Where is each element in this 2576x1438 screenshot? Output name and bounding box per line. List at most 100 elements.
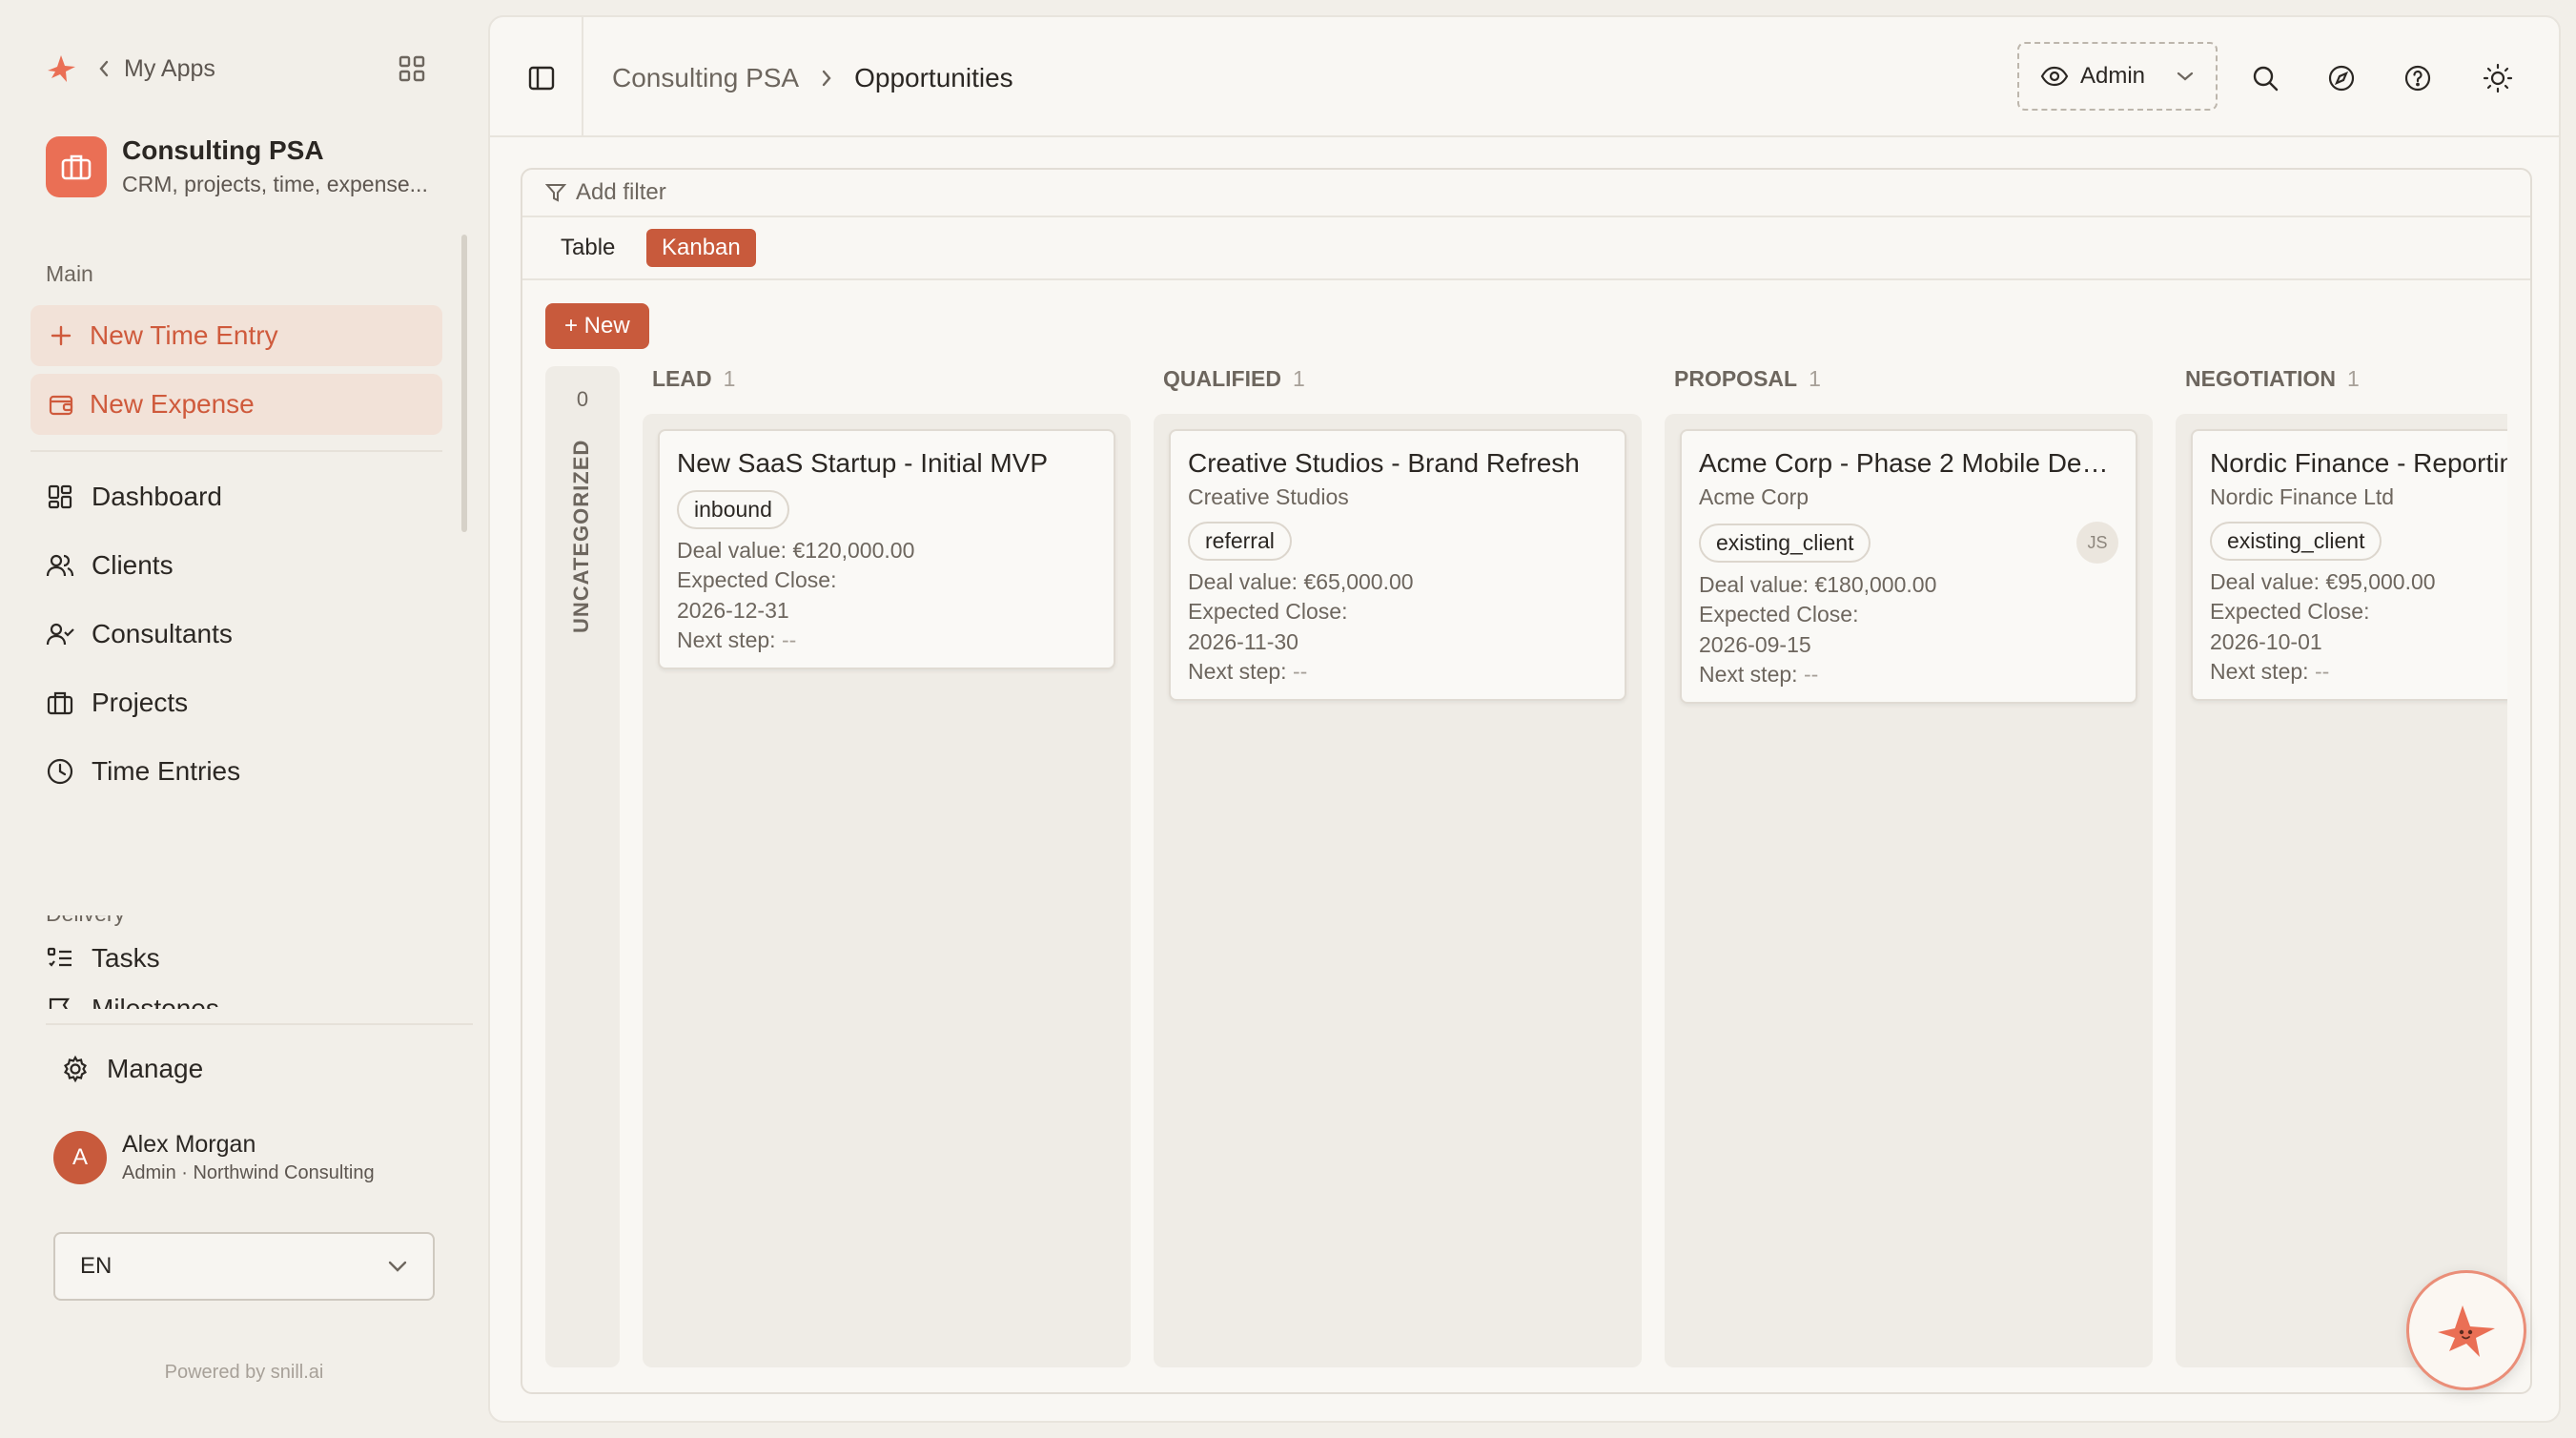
role-label: Admin (2080, 63, 2146, 89)
gear-icon (59, 1053, 92, 1085)
divider (31, 450, 442, 452)
card-company: Acme Corp (1699, 484, 1809, 509)
kanban-board: Add filter Table Kanban + New 0 UNCATEGO… (521, 168, 2532, 1394)
language-value: EN (80, 1253, 112, 1279)
users-icon (44, 549, 76, 582)
opportunity-card[interactable]: New SaaS Startup - Initial MVP inbound D… (658, 429, 1115, 670)
briefcase-icon (46, 135, 107, 197)
sidebar-item-label: Consultants (92, 619, 233, 648)
expected-close-date: 2026-11-30 (1188, 628, 1298, 654)
breadcrumb-app[interactable]: Consulting PSA (612, 63, 799, 93)
sidebar-item-clients[interactable]: Clients (44, 546, 174, 585)
manage-label: Manage (107, 1054, 204, 1083)
help-icon[interactable] (2399, 59, 2437, 97)
expected-close-date: 2026-10-01 (2210, 628, 2322, 654)
uncategorized-label: UNCATEGORIZED (569, 439, 593, 633)
new-expense-label: New Expense (90, 389, 255, 419)
sidebar-item-label: Time Entries (92, 756, 241, 786)
app-header: Consulting PSA CRM, projects, time, expe… (46, 135, 446, 197)
next-step-value: -- (1292, 658, 1308, 684)
sidebar-scrollbar[interactable] (461, 235, 467, 532)
sidebar-item-label: Projects (92, 688, 189, 717)
column-count: 1 (2347, 366, 2360, 391)
chevron-left-icon (97, 59, 111, 78)
sidebar-item-dashboard[interactable]: Dashboard (44, 478, 222, 516)
card-company: Creative Studios (1188, 484, 1349, 509)
chevron-down-icon (387, 1260, 408, 1273)
source-tag: existing_client (2210, 522, 2382, 561)
next-step: Next step: -- (1188, 658, 1607, 684)
sidebar-item-label: Milestones (92, 994, 219, 1009)
column-count: 1 (723, 366, 736, 391)
app-name: Consulting PSA (122, 135, 324, 165)
sidebar-item-tasks[interactable]: Tasks (44, 939, 160, 977)
column-negotiation: Nordic Finance - Reporting Nordic Financ… (2176, 414, 2507, 1367)
clock-icon (44, 755, 76, 788)
sidebar-item-consultants[interactable]: Consultants (44, 615, 233, 653)
sidebar-item-projects[interactable]: Projects (44, 684, 188, 722)
card-title: Creative Studios - Brand Refresh (1188, 448, 1580, 478)
language-select[interactable]: EN (53, 1232, 435, 1301)
new-opportunity-button[interactable]: + New (545, 303, 649, 349)
expected-close-date: 2026-12-31 (677, 597, 789, 623)
uncategorized-column[interactable]: 0 UNCATEGORIZED (545, 366, 620, 1367)
divider (582, 17, 583, 137)
sidebar-item-time-entries[interactable]: Time Entries (44, 752, 240, 791)
sidebar-scroll-area: Delivery Tasks Milestones (0, 915, 458, 1009)
column-header-negotiation: NEGOTIATION 1 (2185, 366, 2360, 408)
next-step-label: Next step: (1188, 658, 1287, 684)
card-title: Nordic Finance - Reporting (2210, 448, 2507, 478)
compass-icon[interactable] (2322, 59, 2361, 97)
source-tag: referral (1188, 522, 1292, 561)
my-apps-link[interactable]: My Apps (124, 55, 215, 83)
user-check-icon (44, 618, 76, 650)
checklist-icon (44, 942, 76, 975)
new-time-entry-button[interactable]: New Time Entry (31, 305, 442, 366)
role-selector[interactable]: Admin (2017, 42, 2218, 111)
expected-close-date: 2026-09-15 (1699, 631, 1811, 657)
column-header-lead: LEAD 1 (652, 366, 735, 408)
next-step: Next step: -- (2210, 659, 2507, 684)
next-step-label: Next step: (1699, 661, 1798, 687)
avatar: A (53, 1131, 107, 1184)
expected-close-label: Expected Close: (677, 567, 837, 593)
breadcrumb-current: Opportunities (854, 63, 1013, 92)
back-to-apps[interactable]: My Apps (42, 50, 215, 88)
card-company: Nordic Finance Ltd (2210, 484, 2395, 509)
opportunity-card[interactable]: Creative Studios - Brand Refresh Creativ… (1169, 429, 1626, 702)
flag-icon (44, 993, 76, 1009)
section-main-label: Main (46, 261, 93, 286)
column-title: QUALIFIED (1163, 366, 1281, 391)
new-expense-button[interactable]: New Expense (31, 374, 442, 435)
manage-button[interactable]: Manage (59, 1053, 203, 1085)
opportunity-card[interactable]: Acme Corp - Phase 2 Mobile Development A… (1680, 429, 2137, 705)
powered-by: Powered by snill.ai (164, 1362, 324, 1383)
column-title: NEGOTIATION (2185, 366, 2337, 391)
theme-toggle-icon[interactable] (2479, 59, 2517, 97)
column-count: 1 (1809, 366, 1821, 391)
column-count: 1 (1292, 366, 1305, 391)
breadcrumb: Consulting PSA Opportunities (612, 59, 1013, 97)
search-icon[interactable] (2246, 59, 2284, 97)
deal-value: Deal value: €95,000.00 (2210, 569, 2436, 594)
source-tag: existing_client (1699, 523, 1871, 563)
page-header: Consulting PSA Opportunities Admin (490, 17, 2559, 137)
app-grid-icon[interactable] (393, 50, 431, 88)
sidebar-toggle-icon[interactable] (522, 59, 561, 97)
next-step-value: -- (781, 627, 797, 652)
next-step-value: -- (1803, 661, 1819, 687)
next-step: Next step: -- (677, 627, 1096, 652)
opportunity-card[interactable]: Nordic Finance - Reporting Nordic Financ… (2191, 429, 2507, 702)
user-profile[interactable]: A Alex Morgan Admin · Northwind Consulti… (53, 1131, 375, 1184)
expected-close-label: Expected Close: (2210, 599, 2370, 625)
owner-avatar: JS (2076, 522, 2118, 564)
user-name: Alex Morgan (122, 1131, 256, 1158)
uncategorized-count: 0 (576, 387, 589, 411)
card-title: Acme Corp - Phase 2 Mobile Development (1699, 448, 2118, 478)
sidebar-item-label: Dashboard (92, 482, 222, 511)
assistant-button[interactable] (2406, 1270, 2526, 1390)
snill-logo-icon (42, 50, 80, 88)
sidebar-item-milestones[interactable]: Milestones (44, 990, 219, 1009)
dashboard-icon (44, 481, 76, 513)
column-header-qualified: QUALIFIED 1 (1163, 366, 1305, 408)
